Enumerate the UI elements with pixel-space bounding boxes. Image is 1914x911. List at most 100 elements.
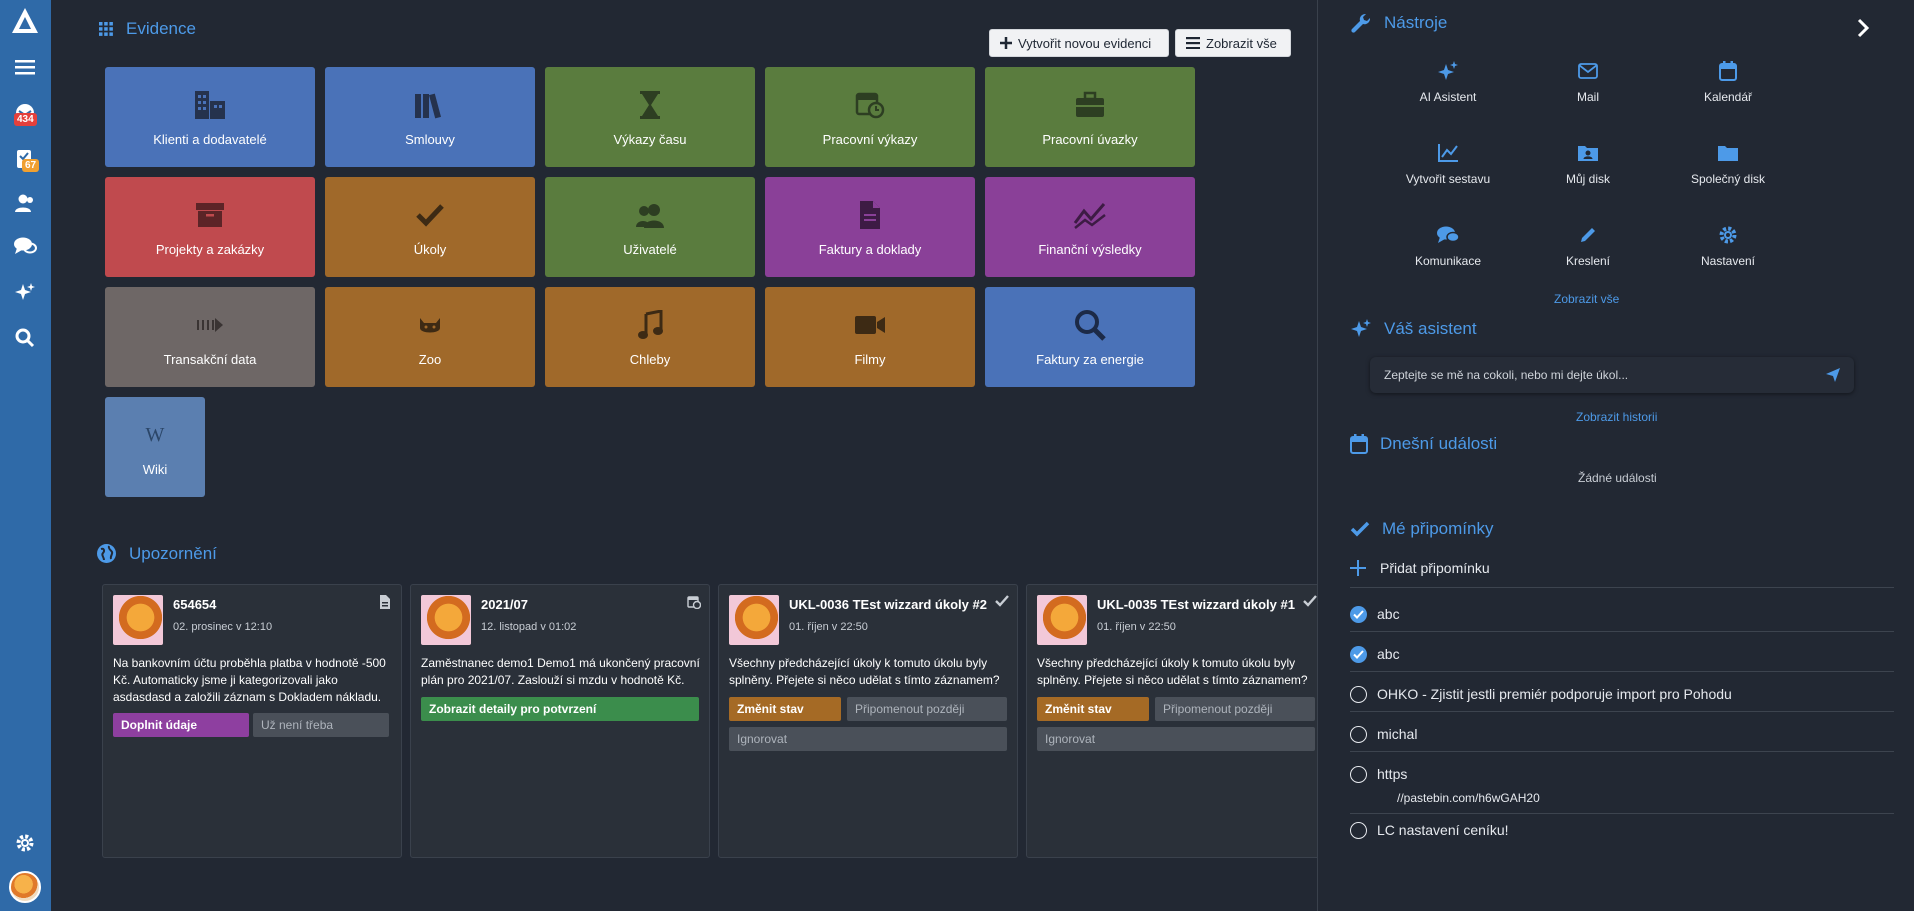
- sparkles-icon[interactable]: [10, 277, 40, 307]
- tile-faktury-a-doklady[interactable]: Faktury a doklady: [765, 177, 975, 277]
- tools-show-all-link[interactable]: Zobrazit vše: [1554, 292, 1619, 306]
- tile-faktury-za-energie[interactable]: Faktury za energie: [985, 287, 1195, 387]
- unchecked-circle-icon[interactable]: [1350, 726, 1367, 743]
- wikipedia-icon: W: [138, 418, 172, 452]
- tool-kresleni[interactable]: Kreslení: [1518, 224, 1658, 268]
- reminder-text: abc: [1377, 646, 1400, 662]
- tile-label: Pracovní úvazky: [1042, 131, 1138, 147]
- tile-projekty-a-zakazky[interactable]: Projekty a zakázky: [105, 177, 315, 277]
- doplnit-udaje-button[interactable]: Doplnit údaje: [113, 713, 249, 737]
- notification-card[interactable]: UKL-0036 TEst wizzard úkoly #2 01. říjen …: [718, 584, 1018, 858]
- tool-label: Můj disk: [1565, 172, 1610, 186]
- tile-label: Výkazy času: [613, 131, 687, 147]
- unchecked-circle-icon[interactable]: [1350, 766, 1367, 783]
- assistant-input[interactable]: [1384, 368, 1826, 382]
- tool-vytvorit-sestavu[interactable]: Vytvořit sestavu: [1378, 142, 1518, 186]
- tile-klienti-a-dodavatele[interactable]: Klienti a dodavatelé: [105, 67, 315, 167]
- tool-nastaveni[interactable]: Nastavení: [1658, 224, 1798, 268]
- tile-vykazy-casu[interactable]: Výkazy času: [545, 67, 755, 167]
- tile-label: Filmy: [854, 351, 886, 367]
- right-panel: Nástroje AI Asistent Mail Kalendář Vytvořit…: [1317, 0, 1914, 911]
- collapse-panel-chevron-icon[interactable]: [1853, 18, 1873, 38]
- left-sidebar: 434 67: [0, 0, 51, 911]
- reminder-item: abc: [1350, 606, 1894, 632]
- tool-komunikace[interactable]: Komunikace: [1378, 224, 1518, 268]
- mail-badge: 434: [14, 113, 37, 126]
- uz-neni-treba-button[interactable]: Už není třeba: [253, 713, 389, 737]
- tile-label: Faktury za energie: [1036, 351, 1144, 367]
- tile-chleby[interactable]: Chleby: [545, 287, 755, 387]
- users-icon[interactable]: [10, 188, 40, 218]
- tool-mail[interactable]: Mail: [1518, 60, 1658, 104]
- notification-text: Všechny předcházející úkoly k tomuto úko…: [729, 656, 1000, 687]
- reminder-text: https: [1377, 766, 1408, 782]
- ignorovat-button[interactable]: Ignorovat: [729, 727, 1007, 751]
- reminders-title: Mé připomínky: [1382, 519, 1494, 538]
- grid-icon: [98, 21, 114, 37]
- tool-spolecny-disk[interactable]: Společný disk: [1658, 142, 1798, 186]
- user-avatar[interactable]: [9, 871, 41, 903]
- tile-label: Projekty a zakázky: [155, 241, 265, 257]
- sparkles-icon: [1438, 60, 1458, 82]
- checked-circle-icon[interactable]: [1350, 606, 1367, 623]
- notification-text: Všechny předcházející úkoly k tomuto úko…: [1037, 656, 1308, 687]
- books-icon: [413, 88, 447, 122]
- tool-kalendar[interactable]: Kalendář: [1658, 60, 1798, 104]
- pripomenout-pozdeji-button[interactable]: Připomenout později: [1155, 697, 1315, 721]
- users-icon: [633, 198, 667, 232]
- tile-financni-vysledky[interactable]: Finanční výsledky: [985, 177, 1195, 277]
- zobrazit-detaily-pro-potvrzeni-button[interactable]: Zobrazit detaily pro potvrzení: [421, 697, 699, 721]
- tile-label: Zoo: [418, 351, 442, 367]
- chat-icon[interactable]: [10, 231, 40, 261]
- chart-line-icon: [1437, 142, 1459, 164]
- send-icon[interactable]: [1826, 368, 1840, 382]
- tile-label: Chleby: [629, 351, 671, 367]
- tile-pracovni-vykazy[interactable]: Pracovní výkazy: [765, 67, 975, 167]
- gear-icon[interactable]: [10, 828, 40, 858]
- checked-circle-icon[interactable]: [1350, 646, 1367, 663]
- calendar-clock-icon: [687, 595, 701, 609]
- tile-zoo[interactable]: Zoo: [325, 287, 535, 387]
- events-title: Dnešní události: [1380, 434, 1498, 453]
- app-logo-icon[interactable]: [8, 4, 42, 38]
- assistant-title: Váš asistent: [1384, 319, 1477, 338]
- tile-uzivatele[interactable]: Uživatelé: [545, 177, 755, 277]
- video-icon: [853, 308, 887, 342]
- unchecked-circle-icon[interactable]: [1350, 822, 1367, 839]
- tile-filmy[interactable]: Filmy: [765, 287, 975, 387]
- tile-label: Klienti a dodavatelé: [153, 131, 267, 147]
- calendar-icon: [1350, 434, 1368, 454]
- notifications-header: Upozornění: [96, 543, 217, 564]
- sparkles-icon: [1350, 318, 1372, 340]
- plus-icon: [1350, 560, 1366, 576]
- tile-transakcni-data[interactable]: Transakční data: [105, 287, 315, 387]
- plus-icon: [1000, 37, 1012, 49]
- mail-icon[interactable]: 434: [10, 98, 40, 128]
- zmenit-stav-button[interactable]: Změnit stav: [1037, 697, 1149, 721]
- tile-pracovni-uvazky[interactable]: Pracovní úvazky: [985, 67, 1195, 167]
- tools-header: Nástroje: [1350, 12, 1447, 34]
- tool-ai-asistent[interactable]: AI Asistent: [1378, 60, 1518, 104]
- tasks-icon[interactable]: 67: [10, 144, 40, 174]
- assistant-history-link[interactable]: Zobrazit historii: [1576, 410, 1657, 424]
- tile-smlouvy[interactable]: Smlouvy: [325, 67, 535, 167]
- ignorovat-button[interactable]: Ignorovat: [1037, 727, 1315, 751]
- create-evidence-button[interactable]: Vytvořit novou evidenci: [989, 29, 1169, 57]
- reminder-subtext: //pastebin.com/h6wGAH20: [1397, 791, 1540, 805]
- show-all-evidence-button[interactable]: Zobrazit vše: [1175, 29, 1291, 57]
- unchecked-circle-icon[interactable]: [1350, 686, 1367, 703]
- notification-card[interactable]: 2021/07 12. listopad v 01:02 Zaměstnanec d…: [410, 584, 710, 858]
- zmenit-stav-button[interactable]: Změnit stav: [729, 697, 841, 721]
- pripomenout-pozdeji-button[interactable]: Připomenout později: [847, 697, 1007, 721]
- notification-card[interactable]: 654654 02. prosinec v 12:10 Na bankovním ú…: [102, 584, 402, 858]
- notification-title: UKL-0035 TEst wizzard úkoly #1: [1097, 597, 1295, 612]
- search-icon[interactable]: [10, 323, 40, 353]
- add-reminder-row[interactable]: Přidat připomínku: [1350, 560, 1894, 588]
- tile-label: Wiki: [142, 461, 168, 477]
- menu-icon[interactable]: [10, 52, 40, 82]
- tile-wiki[interactable]: W Wiki: [105, 397, 205, 497]
- notification-card[interactable]: UKL-0035 TEst wizzard úkoly #1 01. říjen …: [1026, 584, 1326, 858]
- tool-muj-disk[interactable]: Můj disk: [1518, 142, 1658, 186]
- wrench-icon: [1350, 12, 1372, 34]
- tile-ukoly[interactable]: Úkoly: [325, 177, 535, 277]
